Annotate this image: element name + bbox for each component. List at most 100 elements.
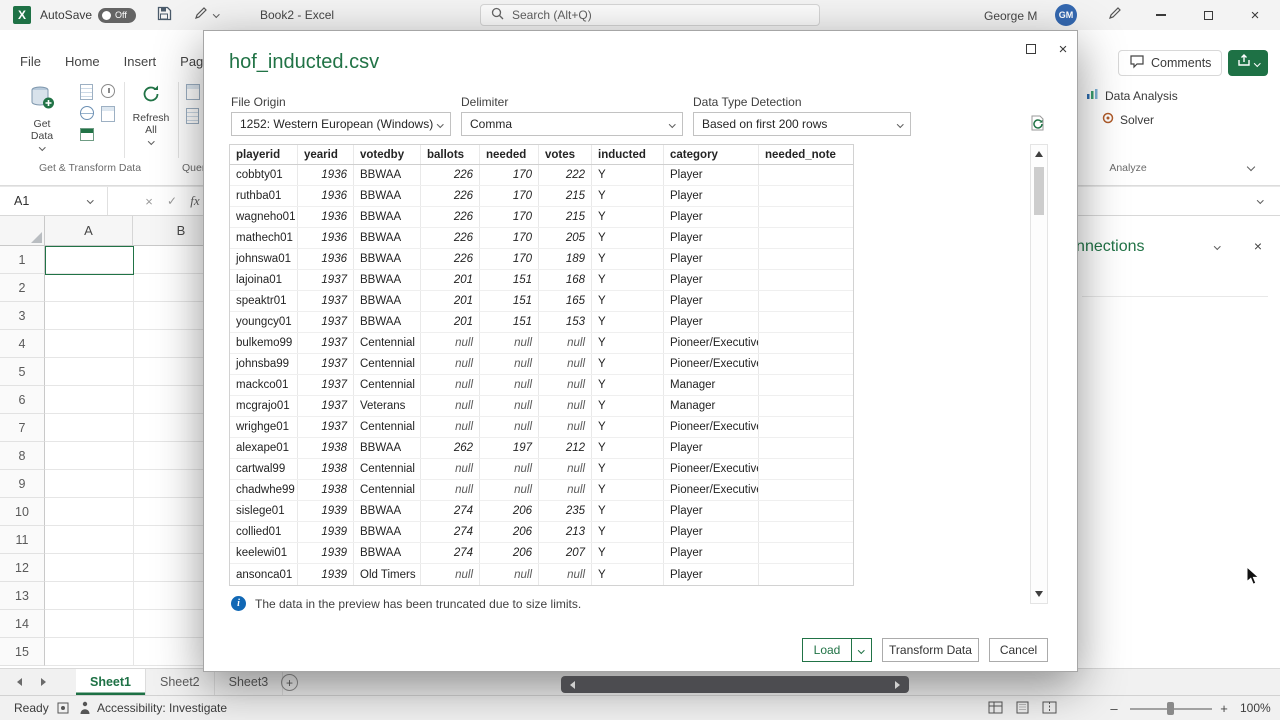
ribbon-tab-insert[interactable]: Insert bbox=[112, 46, 169, 76]
solver-button[interactable]: Solver bbox=[1102, 112, 1154, 127]
preview-cell: BBWAA bbox=[354, 165, 421, 185]
preview-cell: Centennial bbox=[354, 375, 421, 395]
expand-formula-bar-icon[interactable] bbox=[1257, 197, 1264, 204]
column-header-a[interactable]: A bbox=[45, 216, 133, 246]
panel-close-button[interactable]: × bbox=[1248, 236, 1268, 256]
scrollbar-thumb[interactable] bbox=[1034, 167, 1044, 215]
row-header-4[interactable]: 4 bbox=[0, 330, 45, 358]
account-name[interactable]: George M bbox=[984, 9, 1037, 23]
collapse-ribbon-icon[interactable] bbox=[1246, 162, 1256, 172]
preview-cell bbox=[759, 459, 853, 479]
previous-sheet-button[interactable] bbox=[8, 669, 30, 695]
search-input[interactable]: Search (Alt+Q) bbox=[480, 4, 820, 26]
preview-row: bulkemo99 1937 Centennial null null null Y Pion… bbox=[230, 333, 853, 354]
normal-view-icon[interactable] bbox=[988, 701, 1003, 714]
transform-data-button[interactable]: Transform Data bbox=[882, 638, 979, 662]
restore-button[interactable] bbox=[1187, 0, 1229, 30]
row-header-12[interactable]: 12 bbox=[0, 554, 45, 582]
avatar[interactable]: GM bbox=[1055, 4, 1077, 26]
row-header-15[interactable]: 15 bbox=[0, 638, 45, 666]
load-dropdown-button[interactable] bbox=[851, 638, 872, 662]
row-header-8[interactable]: 8 bbox=[0, 442, 45, 470]
ribbon-tab-file[interactable]: File bbox=[8, 46, 53, 76]
new-sheet-button[interactable]: + bbox=[281, 674, 298, 691]
row-header-10[interactable]: 10 bbox=[0, 498, 45, 526]
cancel-entry-button[interactable]: × bbox=[138, 187, 160, 215]
zoom-in-button[interactable]: + bbox=[1216, 699, 1232, 717]
get-data-button[interactable]: Get Data bbox=[14, 82, 70, 160]
recent-sources-icon[interactable] bbox=[101, 84, 115, 98]
queries-connections-icon[interactable] bbox=[186, 84, 200, 100]
row-headers: 1 2 3 4 5 6 7 8 9 10 11 12 13 14 15 bbox=[0, 246, 45, 666]
close-button[interactable]: × bbox=[1234, 0, 1276, 30]
inking-button[interactable] bbox=[1106, 7, 1124, 24]
truncation-notice: The data in the preview has been truncat… bbox=[255, 596, 582, 611]
preview-cell: 170 bbox=[480, 207, 539, 227]
row-header-1[interactable]: 1 bbox=[0, 246, 45, 274]
save-button[interactable] bbox=[155, 6, 173, 24]
file-origin-select[interactable]: 1252: Western European (Windows) bbox=[231, 112, 451, 136]
zoom-slider-knob[interactable] bbox=[1167, 702, 1174, 715]
delimiter-select[interactable]: Comma bbox=[461, 112, 683, 136]
preview-cell bbox=[759, 291, 853, 311]
accessibility-status[interactable]: Accessibility: Investigate bbox=[97, 701, 227, 715]
autosave-toggle[interactable]: Off bbox=[98, 8, 136, 23]
row-header-13[interactable]: 13 bbox=[0, 582, 45, 610]
preview-scrollbar[interactable] bbox=[1030, 144, 1048, 604]
next-sheet-button[interactable] bbox=[32, 669, 54, 695]
from-table-range-icon[interactable] bbox=[80, 128, 94, 141]
excel-logo-icon[interactable]: X bbox=[13, 6, 31, 24]
zoom-level[interactable]: 100% bbox=[1240, 701, 1271, 715]
close-icon: × bbox=[1250, 6, 1260, 24]
page-layout-view-icon[interactable] bbox=[1015, 701, 1030, 714]
comments-button[interactable]: Comments bbox=[1118, 50, 1223, 76]
cancel-button[interactable]: Cancel bbox=[989, 638, 1048, 662]
ribbon-tab-home[interactable]: Home bbox=[53, 46, 112, 76]
properties-icon[interactable] bbox=[186, 108, 199, 124]
data-analysis-button[interactable]: Data Analysis bbox=[1086, 88, 1178, 103]
scroll-up-button[interactable] bbox=[1031, 146, 1047, 162]
page-break-view-icon[interactable] bbox=[1042, 701, 1057, 714]
preview-cell: ruthba01 bbox=[230, 186, 298, 206]
row-header-9[interactable]: 9 bbox=[0, 470, 45, 498]
preview-cell bbox=[759, 438, 853, 458]
load-button[interactable]: Load bbox=[802, 638, 852, 662]
sheet-tab-sheet1[interactable]: Sheet1 bbox=[76, 669, 146, 695]
dialog-maximize-button[interactable] bbox=[1018, 38, 1044, 60]
row-header-2[interactable]: 2 bbox=[0, 274, 45, 302]
media-previous-icon[interactable] bbox=[570, 680, 575, 689]
dialog-close-button[interactable]: × bbox=[1050, 38, 1076, 60]
row-header-11[interactable]: 11 bbox=[0, 526, 45, 554]
scroll-down-button[interactable] bbox=[1031, 586, 1047, 602]
existing-connections-icon[interactable] bbox=[101, 106, 115, 122]
macro-record-icon[interactable] bbox=[57, 702, 69, 717]
row-header-3[interactable]: 3 bbox=[0, 302, 45, 330]
refresh-preview-button[interactable] bbox=[1028, 115, 1048, 135]
from-text-csv-icon[interactable] bbox=[80, 84, 93, 100]
confirm-entry-button[interactable]: ✓ bbox=[161, 187, 183, 215]
row-header-5[interactable]: 5 bbox=[0, 358, 45, 386]
preview-cell: 1938 bbox=[298, 438, 354, 458]
preview-cell: 153 bbox=[539, 312, 592, 332]
select-all-button[interactable] bbox=[0, 216, 45, 246]
row-header-14[interactable]: 14 bbox=[0, 610, 45, 638]
preview-cell: Player bbox=[664, 438, 759, 458]
zoom-out-button[interactable]: – bbox=[1106, 699, 1122, 717]
chevron-down-icon[interactable] bbox=[213, 11, 220, 18]
sheet-tab-sheet2[interactable]: Sheet2 bbox=[146, 669, 215, 695]
share-button[interactable] bbox=[1228, 50, 1268, 76]
refresh-all-button[interactable]: Refresh All bbox=[128, 82, 174, 160]
preview-cell: null bbox=[480, 396, 539, 416]
data-type-detection-select[interactable]: Based on first 200 rows bbox=[693, 112, 911, 136]
sheet-tab-sheet3[interactable]: Sheet3 bbox=[215, 669, 284, 695]
minimize-button[interactable] bbox=[1140, 0, 1182, 30]
quick-access-pen-button[interactable] bbox=[192, 7, 210, 24]
panel-options-icon[interactable] bbox=[1214, 243, 1221, 250]
row-header-7[interactable]: 7 bbox=[0, 414, 45, 442]
preview-cell bbox=[759, 564, 853, 585]
row-header-6[interactable]: 6 bbox=[0, 386, 45, 414]
accessibility-icon[interactable] bbox=[79, 701, 91, 718]
preview-column-header: needed bbox=[480, 145, 539, 164]
media-next-icon[interactable] bbox=[895, 680, 900, 689]
from-web-icon[interactable] bbox=[80, 106, 94, 120]
